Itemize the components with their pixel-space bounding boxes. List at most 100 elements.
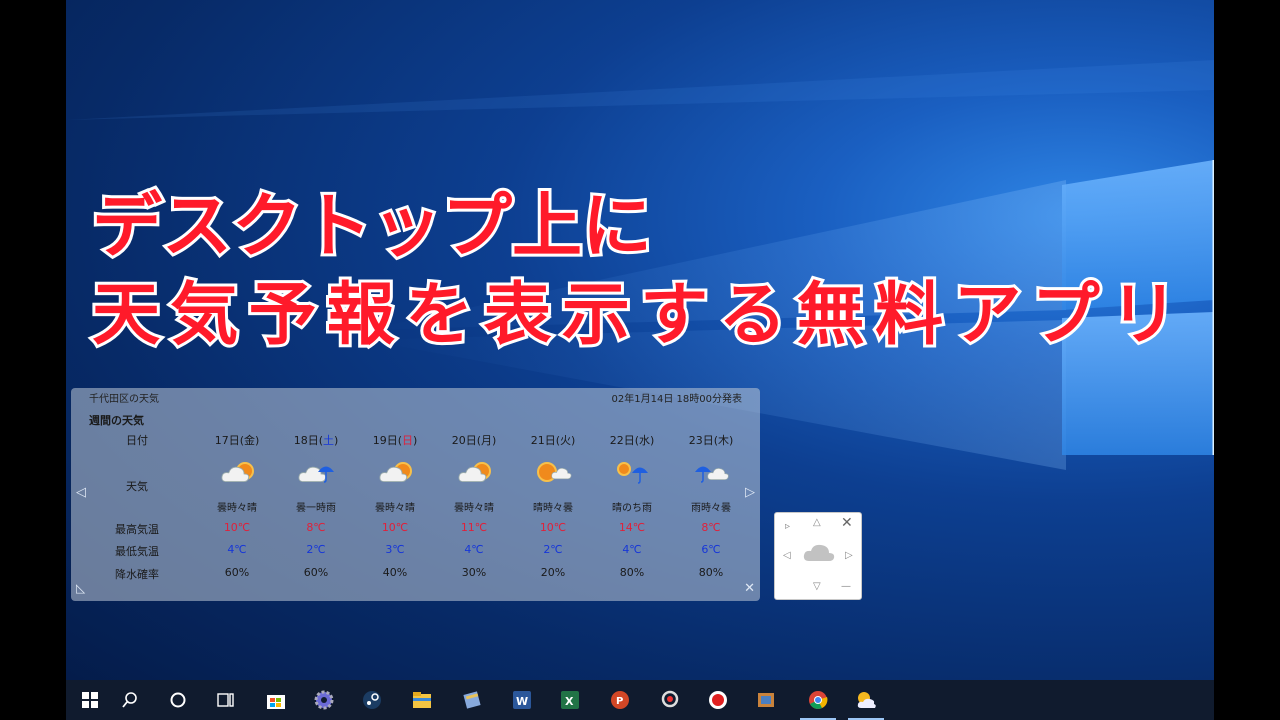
steam-icon xyxy=(361,689,383,711)
low-temp: 6℃ xyxy=(701,543,721,556)
low-temp: 2℃ xyxy=(543,543,563,556)
word-taskbar-button[interactable]: W xyxy=(498,680,546,720)
cloud-sun-icon xyxy=(458,462,491,483)
weather-description: 晴のち雨 xyxy=(612,503,652,514)
day-of-week: 木 xyxy=(718,434,729,447)
store-taskbar-button[interactable] xyxy=(252,680,300,720)
chrome-taskbar-button[interactable] xyxy=(794,680,842,720)
day-date: 23日(木) xyxy=(688,434,734,447)
cortana-icon xyxy=(169,691,187,709)
low-temp: 2℃ xyxy=(306,543,326,556)
video-editor-icon xyxy=(755,689,777,711)
rain-chance: 20% xyxy=(540,566,566,579)
file-explorer-icon xyxy=(411,689,433,711)
settings-gear-taskbar-button[interactable] xyxy=(300,680,348,720)
file-explorer-taskbar-button[interactable] xyxy=(398,680,446,720)
close-icon[interactable]: ✕ xyxy=(841,515,853,531)
location-label: 千代田区の天気 xyxy=(89,394,159,405)
weather-description: 曇一時雨 xyxy=(296,503,336,514)
settings-gear-icon xyxy=(313,689,335,711)
steam-taskbar-button[interactable] xyxy=(348,680,396,720)
rain-chance: 30% xyxy=(461,566,487,579)
notepad-taskbar-button[interactable] xyxy=(448,680,496,720)
sun-cloud-icon xyxy=(537,462,572,482)
weekly-weather-widget: 千代田区の天気 02年1月14日 18時00分発表 週間の天気 日付 天気 最高… xyxy=(71,388,760,601)
svg-text:P: P xyxy=(616,696,623,707)
excel-icon: X xyxy=(559,689,581,711)
day-of-week: 水 xyxy=(639,434,650,447)
weather-description: 曇時々晴 xyxy=(217,503,257,514)
day-date: 22日(水) xyxy=(609,434,655,447)
week-title: 週間の天気 xyxy=(89,414,144,427)
powerpoint-icon: P xyxy=(609,689,631,711)
day-of-week: 土 xyxy=(323,434,334,447)
high-temp: 10℃ xyxy=(381,521,409,534)
svg-text:X: X xyxy=(565,695,574,708)
video-editor-taskbar-button[interactable] xyxy=(742,680,790,720)
windows-light-beams xyxy=(66,60,1214,470)
day-date: 21日(火) xyxy=(530,434,576,447)
record-taskbar-button[interactable] xyxy=(694,680,742,720)
low-temp: 4℃ xyxy=(227,543,247,556)
cortana-taskbar-button[interactable] xyxy=(154,680,202,720)
row-label-date: 日付 xyxy=(126,434,148,447)
weather-description: 曇時々晴 xyxy=(454,503,494,514)
notepad-icon xyxy=(461,689,483,711)
row-label-weather: 天気 xyxy=(126,480,148,493)
cloud-umbrella-icon xyxy=(298,466,334,483)
low-temp: 3℃ xyxy=(385,543,405,556)
arrow-down-icon[interactable]: ▽ xyxy=(813,581,821,592)
low-temp: 4℃ xyxy=(464,543,484,556)
sun-umbrella-icon xyxy=(617,462,648,484)
weather-description: 晴時々曇 xyxy=(533,503,573,514)
arrow-up-icon[interactable]: △ xyxy=(813,517,821,528)
cloud-icon xyxy=(803,544,835,561)
arrow-right-icon[interactable]: ▷ xyxy=(845,550,853,561)
high-temp: 8℃ xyxy=(701,521,721,534)
day-of-week: 日 xyxy=(402,434,413,447)
weather-app-taskbar-button[interactable] xyxy=(842,680,890,720)
rain-chance: 80% xyxy=(698,566,724,579)
resize-grip-icon[interactable]: ◺ xyxy=(76,581,85,595)
svg-text:W: W xyxy=(516,695,528,708)
search-taskbar-button[interactable] xyxy=(106,680,154,720)
row-label-low: 最低気温 xyxy=(115,545,159,558)
arrow-upleft-icon[interactable]: ▹ xyxy=(785,521,790,532)
day-of-week: 火 xyxy=(560,434,571,447)
chrome-icon xyxy=(807,689,829,711)
rain-chance: 60% xyxy=(224,566,250,579)
prev-arrow-icon[interactable]: ◁ xyxy=(76,485,86,500)
close-icon[interactable]: ✕ xyxy=(744,581,755,596)
minimize-icon[interactable]: — xyxy=(841,581,851,592)
day-date: 19日(日) xyxy=(372,434,418,447)
powerpoint-taskbar-button[interactable]: P xyxy=(596,680,644,720)
weather-app-icon xyxy=(855,689,877,711)
low-temp: 4℃ xyxy=(622,543,642,556)
store-icon xyxy=(265,689,287,711)
high-temp: 8℃ xyxy=(306,521,326,534)
high-temp: 14℃ xyxy=(618,521,646,534)
windows-start-icon xyxy=(82,692,98,708)
row-label-rain: 降水確率 xyxy=(115,568,159,581)
task-view-taskbar-button[interactable] xyxy=(202,680,250,720)
day-date: 17日(金) xyxy=(214,434,260,447)
issued-time: 02年1月14日 18時00分発表 xyxy=(611,394,742,405)
day-date: 18日(土) xyxy=(293,434,339,447)
rain-chance: 40% xyxy=(382,566,408,579)
excel-taskbar-button[interactable]: X xyxy=(546,680,594,720)
camera-app-taskbar-button[interactable] xyxy=(646,680,694,720)
weather-description: 雨時々曇 xyxy=(691,503,731,514)
arrow-left-icon[interactable]: ◁ xyxy=(783,550,791,561)
word-icon: W xyxy=(511,689,533,711)
high-temp: 11℃ xyxy=(460,521,488,534)
cloud-sun-icon xyxy=(221,462,254,483)
umbrella-cloud-icon xyxy=(695,466,729,483)
rain-chance: 60% xyxy=(303,566,329,579)
high-temp: 10℃ xyxy=(223,521,251,534)
desktop-background xyxy=(66,0,1214,720)
rain-chance: 80% xyxy=(619,566,645,579)
search-icon xyxy=(121,691,139,709)
camera-app-icon xyxy=(659,689,681,711)
record-icon xyxy=(707,689,729,711)
next-arrow-icon[interactable]: ▷ xyxy=(745,485,755,500)
